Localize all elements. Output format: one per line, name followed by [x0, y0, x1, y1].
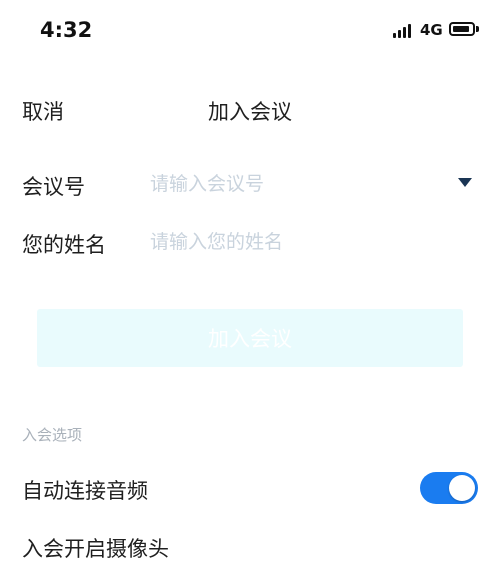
join-meeting-button[interactable]: 加入会议	[37, 309, 463, 367]
section-title-join-options: 入会选项	[22, 426, 83, 444]
battery-icon	[449, 22, 475, 36]
network-type: 4G	[420, 21, 443, 39]
status-time: 4:32	[40, 18, 93, 42]
battery-level	[453, 26, 469, 32]
display-name-input[interactable]	[150, 227, 470, 257]
toggle-knob	[449, 475, 475, 501]
auto-audio-toggle[interactable]	[420, 472, 478, 504]
meeting-number-input[interactable]	[150, 169, 445, 199]
history-dropdown-icon[interactable]	[458, 178, 472, 187]
camera-on-label: 入会开启摄像头	[22, 537, 169, 561]
battery-tip	[476, 26, 479, 32]
meeting-number-label: 会议号	[22, 175, 85, 199]
auto-audio-label: 自动连接音频	[22, 479, 148, 503]
status-bar: 4:32 4G	[0, 0, 500, 62]
signal-icon	[393, 24, 413, 38]
page-title: 加入会议	[208, 100, 292, 124]
display-name-label: 您的姓名	[22, 233, 106, 257]
